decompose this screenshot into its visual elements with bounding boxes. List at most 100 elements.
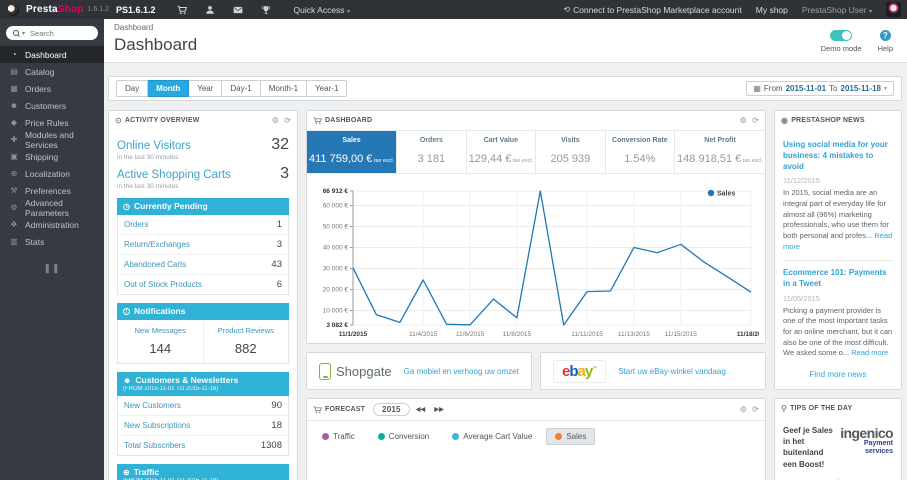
forecast-toggle-conversion[interactable]: Conversion — [368, 428, 439, 445]
customer-value: 90 — [271, 400, 282, 411]
sidebar-item-administration[interactable]: ❖ Administration — [0, 216, 104, 233]
date-range-toolbar: Day Month Year Day-1 Month-1 Year-1 ▦ From 20… — [108, 76, 902, 101]
customer-row[interactable]: New Customers 90 — [118, 396, 288, 415]
kpi-sales[interactable]: Sales 411 759,00 € tax excl. — [307, 131, 398, 173]
marketplace-connect-link[interactable]: ⟲ Connect to PrestaShop Marketplace accou… — [563, 5, 741, 15]
kpi-conversion-rate[interactable]: Conversion Rate 1.54% — [606, 131, 676, 173]
sidebar-item-modules-and-services[interactable]: ✚ Modules and Services — [0, 130, 104, 150]
online-visitors-sub: in the last 30 minutes — [117, 154, 179, 161]
breadcrumb[interactable]: Dashboard — [114, 23, 197, 32]
my-shop-link[interactable]: My shop — [756, 5, 788, 15]
sidebar-item-label: Stats — [25, 236, 45, 247]
customer-row[interactable]: New Subscriptions 18 — [118, 415, 288, 435]
kpi-orders[interactable]: Orders 3 181 — [397, 131, 467, 173]
refresh-icon[interactable]: ⟳ — [752, 405, 759, 414]
range-button-year-1[interactable]: Year-1 — [307, 80, 348, 97]
range-button-year[interactable]: Year — [189, 80, 223, 97]
cart-icon[interactable] — [177, 5, 187, 15]
pending-row[interactable]: Orders 1 — [118, 215, 288, 234]
sidebar-item-orders[interactable]: ▦ Orders — [0, 80, 104, 97]
kpi-label: Sales — [342, 137, 361, 144]
gear-icon[interactable]: ⚙ — [740, 116, 747, 125]
refresh-icon[interactable]: ⟳ — [284, 116, 291, 125]
trophy-icon[interactable] — [261, 5, 271, 15]
messages-icon[interactable] — [233, 5, 243, 15]
user-avatar[interactable] — [886, 2, 901, 17]
kpi-cart-value[interactable]: Cart Value 129,44 € tax excl. — [467, 131, 537, 173]
pending-row[interactable]: Out of Stock Products 6 — [118, 274, 288, 294]
gear-icon[interactable]: ⚙ — [740, 405, 747, 414]
read-more-link[interactable]: Read more — [783, 231, 892, 251]
shopgate-link[interactable]: Ga mobiel en verhoog uw omzet — [404, 367, 519, 376]
sidebar-menu: ◔ Dashboard ▤ Catalog ▦ Orders ☻ Customers ◆ Pric… — [0, 46, 104, 250]
notification-cell-product-reviews[interactable]: Product Reviews 882 — [202, 320, 289, 363]
customer-value: 18 — [271, 420, 282, 431]
sidebar-item-label: Localization — [25, 168, 70, 179]
news-article-title[interactable]: Using social media for your business: 4 … — [783, 140, 893, 172]
date-from: 2015-11-01 — [785, 84, 827, 93]
kpi-label: Conversion Rate — [612, 137, 668, 144]
sidebar-item-label: Orders — [25, 83, 51, 94]
kpi-visits[interactable]: Visits 205 939 — [536, 131, 606, 173]
active-carts-link[interactable]: Active Shopping Carts — [117, 169, 231, 181]
sidebar-item-localization[interactable]: ⊕ Localization — [0, 165, 104, 182]
pending-row[interactable]: Abandoned Carts 43 — [118, 254, 288, 274]
kpi-suffix: tax excl. — [741, 158, 763, 164]
legend-dot-icon — [707, 189, 715, 197]
news-article: Ecommerce 101: Payments in a Tweet 11/05/… — [783, 260, 893, 359]
forecast-toggle-sales[interactable]: Sales — [546, 428, 596, 445]
alert-icon: ! — [123, 307, 130, 315]
customer-icon[interactable] — [205, 5, 215, 15]
next-year-button[interactable]: ▶▶ — [431, 404, 447, 415]
find-more-news-link[interactable]: Find more news — [783, 370, 893, 379]
forecast-toggle-traffic[interactable]: Traffic — [313, 428, 364, 445]
svg-text:10 000 €: 10 000 € — [323, 308, 349, 315]
sidebar-collapse-button[interactable]: ❚❚ — [0, 263, 104, 274]
news-article-date: 11/12/2015 — [783, 176, 820, 186]
pending-row[interactable]: Return/Exchanges 3 — [118, 234, 288, 254]
toggle-label: Average Cart Value — [463, 432, 533, 441]
user-menu[interactable]: PrestaShop User ▾ — [802, 5, 872, 15]
range-button-day[interactable]: Day — [116, 80, 149, 97]
customer-row[interactable]: Total Subscribers 1308 — [118, 435, 288, 455]
refresh-icon[interactable]: ⟳ — [752, 116, 759, 125]
gear-icon[interactable]: ⚙ — [272, 116, 279, 125]
date-range-picker[interactable]: ▦ From 2015-11-01 To 2015-11-18 ▾ — [746, 81, 894, 96]
sidebar-item-preferences[interactable]: ⚒ Preferences — [0, 182, 104, 199]
help-icon[interactable]: ? — [879, 30, 891, 41]
demo-mode-toggle[interactable] — [830, 30, 853, 41]
customers-section-header: ☻ Customers & Newsletters (FROM 2015-11-0… — [117, 372, 289, 396]
read-more-link[interactable]: Read more — [851, 348, 888, 357]
sidebar-search[interactable]: ▾ — [6, 26, 98, 40]
cart-icon — [313, 405, 322, 414]
online-visitors-link[interactable]: Online Visitors — [117, 140, 191, 152]
ebay-link[interactable]: Start uw eBay-winkel vandaag — [618, 367, 726, 376]
kpi-net-profit[interactable]: Net Profit 148 918,51 € tax excl. — [675, 131, 765, 173]
sidebar-item-catalog[interactable]: ▤ Catalog — [0, 63, 104, 80]
search-input[interactable] — [28, 27, 91, 39]
range-button-month-1[interactable]: Month-1 — [260, 80, 308, 97]
shopgate-banner[interactable]: Shopgate Ga mobiel en verhoog uw omzet — [306, 352, 532, 390]
sidebar-item-customers[interactable]: ☻ Customers — [0, 97, 104, 114]
advanced-parameters-icon: ⚙ — [10, 203, 18, 212]
range-button-month[interactable]: Month — [148, 80, 190, 97]
help-control: ? Help — [878, 30, 893, 53]
news-article-title[interactable]: Ecommerce 101: Payments in a Tweet — [783, 268, 893, 290]
notification-cell-new-messages[interactable]: New Messages 144 — [118, 320, 203, 363]
sidebar-item-shipping[interactable]: ▣ Shipping — [0, 148, 104, 165]
rss-icon: ◉ — [781, 116, 789, 125]
range-button-day-1[interactable]: Day-1 — [222, 80, 261, 97]
sidebar-item-advanced-parameters[interactable]: ⚙ Advanced Parameters — [0, 198, 104, 218]
sidebar-item-stats[interactable]: ▥ Stats — [0, 233, 104, 250]
ebay-banner[interactable]: ebay™ Start uw eBay-winkel vandaag — [540, 352, 766, 390]
sidebar-item-price-rules[interactable]: ◆ Price Rules — [0, 114, 104, 131]
kpi-label: Cart Value — [483, 137, 518, 144]
sidebar: ▾ ◔ Dashboard ▤ Catalog ▦ Orders ☻ Customers ◆ Pr… — [0, 19, 104, 480]
ebay-logo: ebay™ — [553, 359, 607, 383]
forecast-toggle-average-cart-value[interactable]: Average Cart Value — [443, 428, 542, 445]
kpi-value: 205 939 — [550, 153, 591, 165]
sidebar-item-dashboard[interactable]: ◔ Dashboard — [0, 46, 104, 63]
cart-icon — [313, 116, 322, 125]
previous-year-button[interactable]: ◀◀ — [413, 404, 429, 415]
quick-access-menu[interactable]: Quick Access ▾ — [294, 5, 350, 15]
